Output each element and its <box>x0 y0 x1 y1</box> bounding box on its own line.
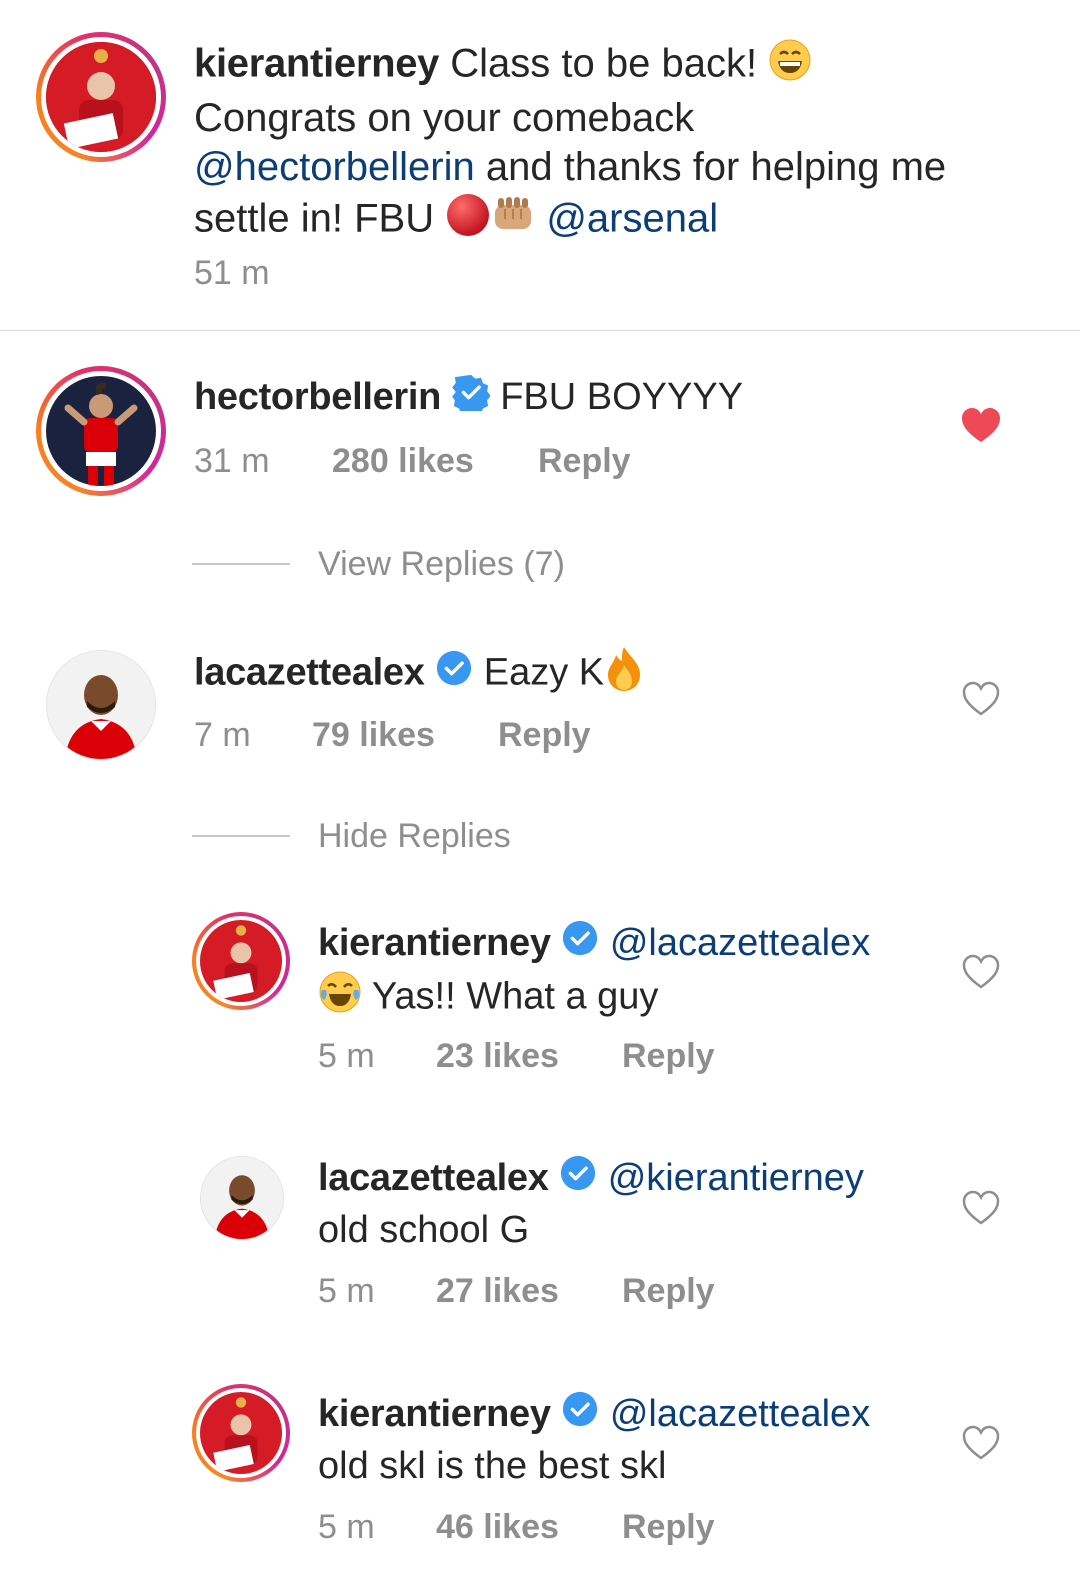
caption-line1: Class to be back! <box>450 41 758 86</box>
comment-lacazettealex: lacazettealex Eazy K <box>194 645 954 704</box>
reply-likes[interactable]: 23 likes <box>436 1037 622 1076</box>
view-replies-button[interactable]: View Replies (7) <box>318 545 565 584</box>
reply-reply-button[interactable]: Reply <box>622 1037 715 1076</box>
fist-bump-emoji-icon <box>491 195 535 247</box>
reply-reply-button[interactable]: Reply <box>622 1508 715 1547</box>
reply-username[interactable]: lacazettealex <box>318 1157 549 1199</box>
like-heart-outline-icon[interactable] <box>962 1425 1000 1466</box>
reply-text: Yas!! What a guy <box>371 976 659 1018</box>
replies-divider-line <box>192 835 290 837</box>
comment-likes[interactable]: 280 likes <box>332 442 538 481</box>
comment-reply-button[interactable]: Reply <box>538 442 631 481</box>
comment-timestamp: 31 m <box>194 442 270 480</box>
caption-avatar[interactable] <box>36 32 166 162</box>
reply-kierantierney-1: kierantierney @lacazettealex Yas!! What … <box>318 918 938 1027</box>
like-heart-outline-icon[interactable] <box>962 1190 1000 1231</box>
comment-meta: 7 m 79 likes Reply <box>194 716 794 755</box>
caption-divider <box>0 330 1080 331</box>
comment-reply-button[interactable]: Reply <box>498 716 591 755</box>
comment-username[interactable]: lacazettealex <box>194 652 425 694</box>
like-heart-outline-icon[interactable] <box>962 681 1000 722</box>
reply-mention[interactable]: @lacazettealex <box>610 1393 870 1435</box>
comment-meta: 31 m 280 likes Reply <box>194 442 794 481</box>
replies-divider-line <box>192 563 290 565</box>
hide-replies-button[interactable]: Hide Replies <box>318 817 511 856</box>
reply-meta: 5 m 46 likes Reply <box>318 1508 878 1547</box>
caption-timestamp: 51 m <box>194 254 270 292</box>
reply-timestamp: 5 m <box>318 1508 375 1546</box>
kierantierney-avatar-image <box>200 920 282 1002</box>
red-circle-emoji-icon <box>445 192 491 250</box>
reply-username[interactable]: kierantierney <box>318 922 551 964</box>
lacazettealex-avatar[interactable] <box>46 650 156 760</box>
caption-line4: settle in! FBU <box>194 196 435 241</box>
kierantierney-avatar-image <box>46 42 156 152</box>
caption-line3: and thanks for helping me <box>485 145 947 189</box>
kierantierney-avatar-image <box>200 1392 282 1474</box>
reply-likes[interactable]: 46 likes <box>436 1508 622 1547</box>
verified-badge-icon <box>435 649 473 700</box>
caption-username[interactable]: kierantierney <box>194 42 439 86</box>
reply-timestamp: 5 m <box>318 1272 375 1310</box>
caption-mention-hectorbellerin[interactable]: @hectorbellerin <box>194 145 475 189</box>
comment-username[interactable]: hectorbellerin <box>194 376 441 418</box>
like-heart-outline-icon[interactable] <box>962 954 1000 995</box>
verified-badge-icon <box>561 919 599 970</box>
reply-timestamp: 5 m <box>318 1037 375 1075</box>
comment-timestamp: 7 m <box>194 716 251 754</box>
reply-text: old skl is the best skl <box>318 1445 667 1488</box>
verified-badge-icon <box>559 1154 597 1205</box>
reply-meta: 5 m 27 likes Reply <box>318 1272 878 1311</box>
reply-meta: 5 m 23 likes Reply <box>318 1037 878 1076</box>
comment-hectorbellerin: hectorbellerin FBU BOYYYY <box>194 372 954 424</box>
comment-text: Eazy K <box>483 651 605 694</box>
reply-avatar-kierantierney[interactable] <box>192 1384 290 1482</box>
reply-avatar-kierantierney[interactable] <box>192 912 290 1010</box>
hectorbellerin-avatar[interactable] <box>36 366 166 496</box>
reply-likes[interactable]: 27 likes <box>436 1272 622 1311</box>
reply-text: old school G <box>318 1209 530 1252</box>
caption: kierantierney Class to be back! Congrats… <box>194 38 1034 250</box>
reply-mention[interactable]: @kierantierney <box>608 1157 864 1199</box>
hectorbellerin-avatar-image <box>46 376 156 486</box>
tears-of-joy-emoji-icon <box>318 970 362 1027</box>
verified-badge-icon <box>561 1390 599 1441</box>
fire-emoji-icon <box>604 645 644 704</box>
caption-line2: Congrats on your comeback <box>194 96 695 140</box>
reply-lacazettealex: lacazettealex @kierantierney old school … <box>318 1153 938 1255</box>
reply-username[interactable]: kierantierney <box>318 1393 551 1435</box>
reply-mention[interactable]: @lacazettealex <box>610 922 870 964</box>
reply-kierantierney-2: kierantierney @lacazettealex old skl is … <box>318 1389 938 1491</box>
verified-badge-icon <box>451 373 491 424</box>
caption-mention-arsenal[interactable]: @arsenal <box>546 197 718 241</box>
like-heart-filled-icon[interactable] <box>962 408 1000 449</box>
comment-likes[interactable]: 79 likes <box>312 716 498 755</box>
grinning-face-emoji-icon <box>768 38 812 94</box>
comment-text: FBU BOYYYY <box>500 376 744 418</box>
reply-reply-button[interactable]: Reply <box>622 1272 715 1311</box>
reply-avatar-lacazettealex[interactable] <box>200 1156 284 1240</box>
